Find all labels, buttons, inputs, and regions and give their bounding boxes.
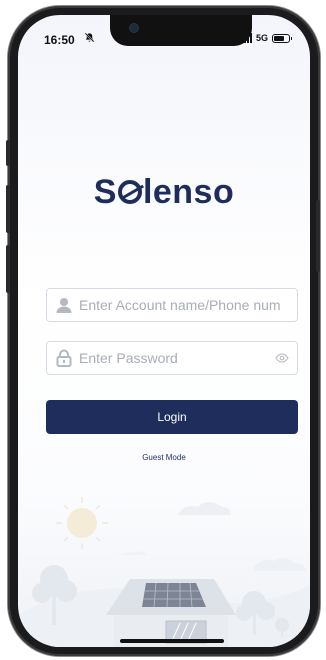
password-field[interactable]: Enter Password (46, 341, 298, 375)
volume-down-button (6, 245, 10, 293)
logo-suffix: lenso (142, 173, 235, 211)
password-placeholder: Enter Password (79, 350, 178, 366)
signal-icon (240, 33, 252, 43)
camera-icon (130, 24, 138, 32)
guest-mode-link[interactable]: Guest Mode (18, 453, 310, 462)
cloud-shape (254, 558, 306, 571)
sun-shape (67, 508, 97, 538)
home-indicator[interactable] (120, 639, 224, 643)
battery-icon (272, 33, 292, 43)
account-field[interactable]: Enter Account name/Phone num (46, 288, 298, 322)
cloud-shape (118, 551, 148, 557)
status-time: 16:50 (44, 33, 75, 47)
power-button (316, 200, 320, 272)
volume-up-button (6, 185, 10, 233)
network-type: 5G (255, 33, 268, 43)
user-icon (55, 296, 73, 314)
mute-switch (6, 140, 10, 166)
login-button[interactable]: Login (46, 400, 298, 434)
house-shape (106, 579, 236, 647)
lock-icon (55, 349, 73, 367)
bell-slash-icon (84, 32, 95, 46)
logo-o-mark (117, 180, 142, 204)
cloud-shape (178, 502, 231, 515)
eye-icon[interactable] (275, 351, 289, 365)
status-indicators: 5G (240, 33, 292, 43)
app-screen: 16:50 5G Slenso Enter Account name/Phone… (18, 15, 310, 647)
account-placeholder: Enter Account name/Phone num (79, 297, 281, 313)
solar-house-illustration (18, 497, 310, 647)
logo-prefix: S (93, 173, 117, 211)
app-logo: Slenso (18, 173, 310, 212)
